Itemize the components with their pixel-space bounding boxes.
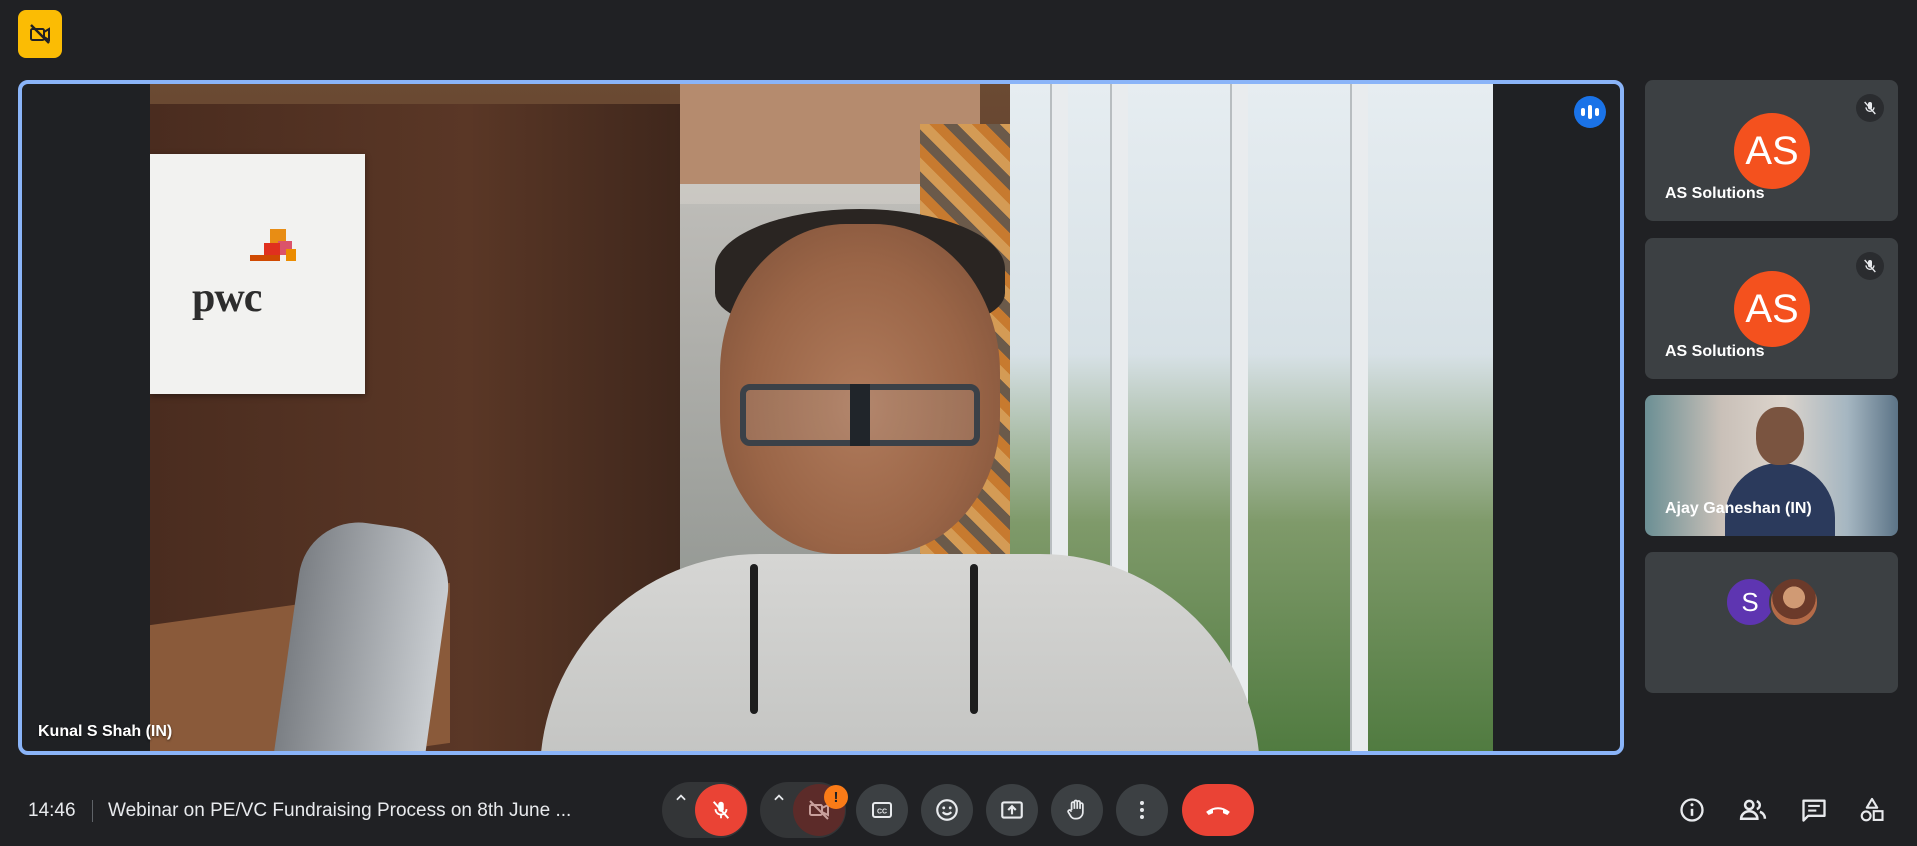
participant-name: AS Solutions xyxy=(1665,185,1765,202)
camera-options-chevron-up-icon[interactable] xyxy=(769,788,789,808)
pwc-logo-mark xyxy=(250,229,296,261)
chat-button[interactable] xyxy=(1796,792,1832,828)
glasses xyxy=(740,384,980,446)
more-options-icon xyxy=(1140,801,1144,819)
meeting-time: 14:46 xyxy=(28,800,76,821)
divider xyxy=(92,800,93,822)
pwc-logo-board: pwc xyxy=(150,154,365,394)
activities-icon xyxy=(1860,797,1884,822)
people-button[interactable] xyxy=(1735,792,1771,828)
participant-tile-video[interactable]: Ajay Ganeshan (IN) xyxy=(1645,395,1898,536)
people-icon xyxy=(1739,799,1767,820)
avatar: AS xyxy=(1734,271,1810,347)
meeting-title: Webinar on PE/VC Fundraising Process on … xyxy=(108,800,572,821)
main-speaker-tile[interactable]: pwc Kunal S Shah (IN) xyxy=(18,80,1624,755)
participant-name: Ajay Ganeshan (IN) xyxy=(1665,500,1812,517)
chat-icon xyxy=(1802,799,1826,822)
captions-button[interactable]: CC xyxy=(856,784,908,836)
avatar: AS xyxy=(1734,113,1810,189)
mic-off-icon xyxy=(712,801,730,819)
speaker-video: pwc xyxy=(150,84,1493,751)
participant-tile[interactable]: AS AS Solutions xyxy=(1645,80,1898,221)
mic-off-icon xyxy=(1856,94,1884,122)
emoji-reaction-button[interactable] xyxy=(921,784,973,836)
leave-call-button[interactable] xyxy=(1182,784,1254,836)
present-now-button[interactable] xyxy=(986,784,1038,836)
activities-button[interactable] xyxy=(1854,792,1890,828)
no-video-icon xyxy=(30,24,50,44)
participant-name: AS Solutions xyxy=(1665,343,1765,360)
svg-text:CC: CC xyxy=(877,809,887,816)
avatar: S xyxy=(1725,577,1775,627)
no-video-badge[interactable] xyxy=(18,10,62,58)
more-options-button[interactable] xyxy=(1116,784,1168,836)
bottom-bar: 14:46 Webinar on PE/VC Fundraising Proce… xyxy=(0,770,1917,846)
participant-tile[interactable]: AS AS Solutions xyxy=(1645,238,1898,379)
present-screen-icon xyxy=(1001,801,1023,819)
captions-icon: CC xyxy=(872,802,892,818)
emoji-icon xyxy=(936,799,958,821)
camera-warning-badge: ! xyxy=(824,785,848,809)
pwc-logo-text: pwc xyxy=(192,275,262,321)
speaking-indicator-icon xyxy=(1574,96,1606,128)
meeting-details-button[interactable] xyxy=(1674,792,1710,828)
leave-call-icon xyxy=(1206,807,1230,815)
info-icon xyxy=(1680,798,1704,822)
others-tile[interactable]: S xyxy=(1645,552,1898,693)
mic-off-icon xyxy=(1856,252,1884,280)
mic-toggle-button[interactable] xyxy=(695,784,747,836)
speaker-name: Kunal S Shah (IN) xyxy=(38,723,173,740)
group-avatars: S xyxy=(1725,577,1845,627)
mic-options-chevron-up-icon[interactable] xyxy=(671,788,691,808)
raise-hand-icon xyxy=(1067,799,1084,820)
avatar-photo xyxy=(1769,577,1819,627)
raise-hand-button[interactable] xyxy=(1051,784,1103,836)
